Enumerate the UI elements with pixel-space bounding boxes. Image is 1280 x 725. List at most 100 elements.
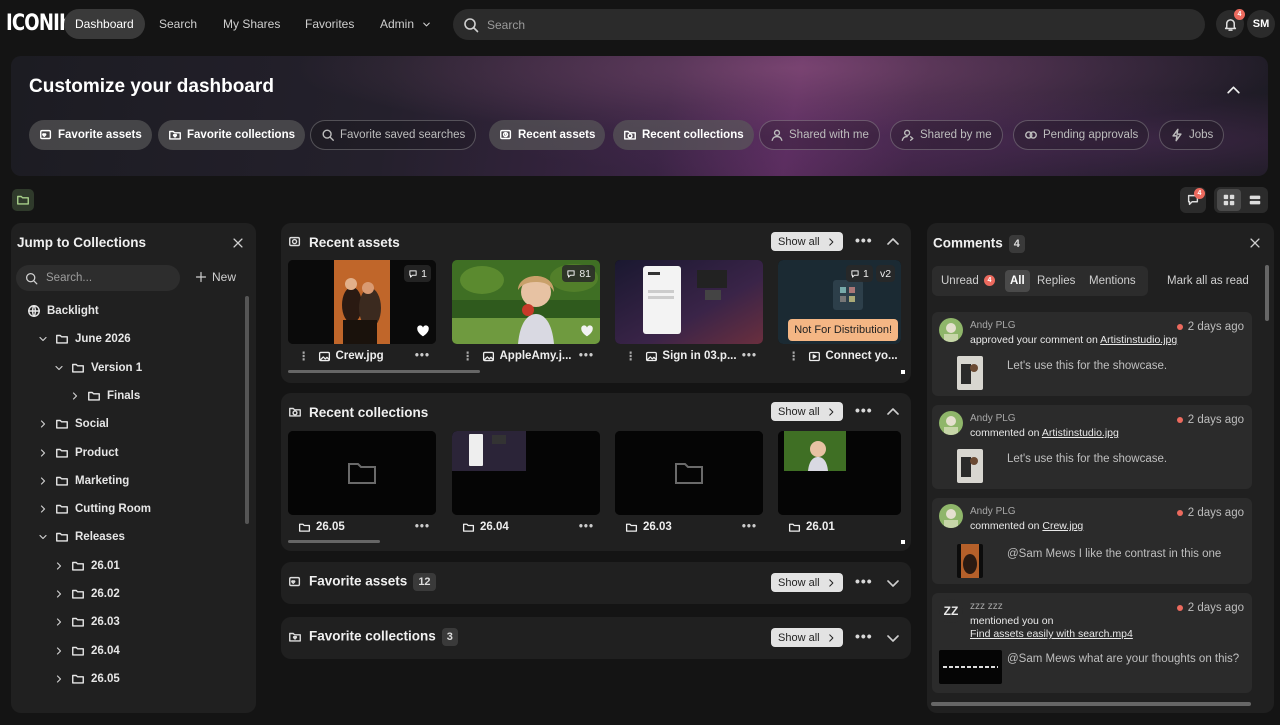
toggle-comments-button[interactable]: 4 [1180, 187, 1206, 213]
favorite-assets-section[interactable]: Favorite assets 12 Show all ••• [281, 562, 911, 604]
collection-thumbnail[interactable] [778, 431, 901, 515]
favorite-collections-show-all[interactable]: Show all [771, 628, 843, 647]
nav-favorites[interactable]: Favorites [294, 9, 365, 39]
comment-asset-thumbnail[interactable] [957, 449, 983, 483]
chevron-right-icon[interactable] [37, 503, 49, 515]
drag-handle-icon[interactable]: ⋮ [298, 349, 310, 363]
favorite-heart-icon[interactable] [416, 324, 430, 338]
tree-item[interactable]: 26.03 [53, 611, 120, 633]
collection-thumbnail[interactable] [615, 431, 763, 515]
recent-assets-scrollbar[interactable] [288, 370, 480, 373]
chip-favorite-saved-searches[interactable]: Favorite saved searches [310, 120, 477, 150]
asset-thumbnail[interactable]: 81 [452, 260, 600, 344]
chevron-right-icon[interactable] [37, 447, 49, 459]
chip-shared-with-me[interactable]: Shared with me [759, 120, 880, 150]
expand-favorite-assets[interactable] [885, 575, 901, 591]
tree-item[interactable]: Marketing [37, 470, 129, 492]
chevron-down-icon[interactable] [37, 531, 49, 543]
comments-vertical-scrollbar[interactable] [1265, 265, 1269, 321]
chevron-right-icon[interactable] [53, 616, 65, 628]
chip-recent-assets[interactable]: Recent assets [489, 120, 606, 150]
nav-my-shares[interactable]: My Shares [212, 9, 291, 39]
chevron-down-icon[interactable] [53, 362, 65, 374]
nav-dashboard[interactable]: Dashboard [64, 9, 145, 39]
chevron-right-icon[interactable] [53, 645, 65, 657]
recent-collections-show-all[interactable]: Show all [771, 402, 843, 421]
collection-name[interactable]: 26.05 [316, 521, 345, 533]
tab-all[interactable]: All [1005, 270, 1030, 292]
expand-favorite-collections[interactable] [885, 630, 901, 646]
asset-name[interactable]: Crew.jpg [336, 350, 408, 362]
chip-shared-by-me[interactable]: Shared by me [890, 120, 1003, 150]
recent-assets-show-all[interactable]: Show all [771, 232, 843, 251]
comment-target-link[interactable]: Artistinstudio.jpg [1100, 334, 1177, 346]
more-options-icon[interactable]: ••• [579, 350, 594, 362]
favorite-heart-icon[interactable] [580, 324, 594, 338]
more-options-icon[interactable]: ••• [855, 402, 873, 418]
more-options-icon[interactable]: ••• [742, 350, 757, 362]
collections-search[interactable] [16, 265, 180, 291]
comment-asset-thumbnail[interactable] [939, 650, 1002, 684]
collection-name[interactable]: 26.04 [480, 521, 509, 533]
comment-card[interactable]: ZZ zzz zzz mentioned you on Find assets … [932, 593, 1252, 693]
collection-name[interactable]: 26.03 [643, 521, 672, 533]
asset-thumbnail[interactable]: 1 v2 Not For Distribution! [778, 260, 901, 344]
tree-item[interactable]: Finals [69, 385, 140, 407]
comment-card[interactable]: Andy PLG commented on Crew.jpg 2 days ag… [932, 498, 1252, 584]
comment-card[interactable]: Andy PLG approved your comment on Artist… [932, 312, 1252, 396]
chip-favorite-assets[interactable]: Favorite assets [29, 120, 152, 150]
collection-thumbnail[interactable] [288, 431, 436, 515]
list-view-button[interactable] [1244, 189, 1266, 211]
comment-target-link[interactable]: Find assets easily with search.mp4 [970, 628, 1133, 640]
tree-item[interactable]: 26.04 [53, 640, 120, 662]
asset-name[interactable]: Connect yo... [825, 350, 901, 362]
grid-view-button[interactable] [1216, 189, 1241, 211]
tab-unread[interactable]: Unread 4 [936, 270, 1000, 292]
chip-favorite-collections[interactable]: Favorite collections [158, 120, 306, 150]
tree-item[interactable]: Version 1 [53, 357, 142, 379]
more-options-icon[interactable]: ••• [855, 573, 873, 589]
asset-thumbnail[interactable] [615, 260, 763, 344]
more-options-icon[interactable]: ••• [855, 232, 873, 248]
drag-handle-icon[interactable]: ⋮ [462, 349, 474, 363]
collection-thumbnail[interactable] [452, 431, 600, 515]
comment-target-link[interactable]: Crew.jpg [1042, 520, 1083, 532]
recent-collections-scrollbar[interactable] [288, 540, 380, 543]
asset-name[interactable]: Sign in 03.p... [662, 350, 741, 362]
collections-search-input[interactable] [46, 272, 166, 284]
chip-pending-approvals[interactable]: Pending approvals [1013, 120, 1150, 150]
more-options-icon[interactable]: ••• [855, 628, 873, 644]
comment-asset-thumbnail[interactable] [957, 356, 983, 390]
more-options-icon[interactable]: ••• [415, 350, 430, 362]
notifications-button[interactable]: 4 [1216, 9, 1245, 38]
tree-item[interactable]: 26.01 [53, 555, 120, 577]
collection-name[interactable]: 26.01 [806, 521, 835, 533]
chevron-right-icon[interactable] [53, 560, 65, 572]
chevron-right-icon[interactable] [53, 673, 65, 685]
global-search-input[interactable] [487, 17, 1167, 32]
comment-card[interactable]: Andy PLG commented on Artistinstudio.jpg… [932, 405, 1252, 489]
comment-target-link[interactable]: Artistinstudio.jpg [1042, 427, 1119, 439]
tree-item[interactable]: June 2026 [37, 328, 131, 350]
toggle-collections-button[interactable] [12, 189, 34, 211]
banner-collapse-button[interactable] [1225, 82, 1242, 99]
chevron-right-icon[interactable] [53, 588, 65, 600]
collapse-recent-collections[interactable] [885, 404, 901, 420]
tree-item[interactable]: 26.02 [53, 583, 120, 605]
more-options-icon[interactable]: ••• [742, 521, 757, 533]
chip-jobs[interactable]: Jobs [1159, 120, 1225, 150]
favorite-assets-show-all[interactable]: Show all [771, 573, 843, 592]
tab-replies[interactable]: Replies [1032, 270, 1080, 292]
tree-item[interactable]: Backlight [21, 300, 99, 322]
global-search[interactable] [453, 9, 1205, 40]
tree-item[interactable]: Social [37, 413, 109, 435]
tree-item[interactable]: Releases [37, 526, 125, 548]
collections-scrollbar[interactable] [245, 296, 249, 524]
close-comments-button[interactable] [1248, 236, 1262, 250]
user-avatar[interactable]: SM [1247, 10, 1275, 38]
drag-handle-icon[interactable]: ⋮ [625, 349, 637, 363]
chevron-right-icon[interactable] [69, 390, 81, 402]
comment-asset-thumbnail[interactable] [957, 544, 983, 578]
chevron-right-icon[interactable] [37, 475, 49, 487]
tree-item[interactable]: 26.05 [53, 668, 120, 690]
